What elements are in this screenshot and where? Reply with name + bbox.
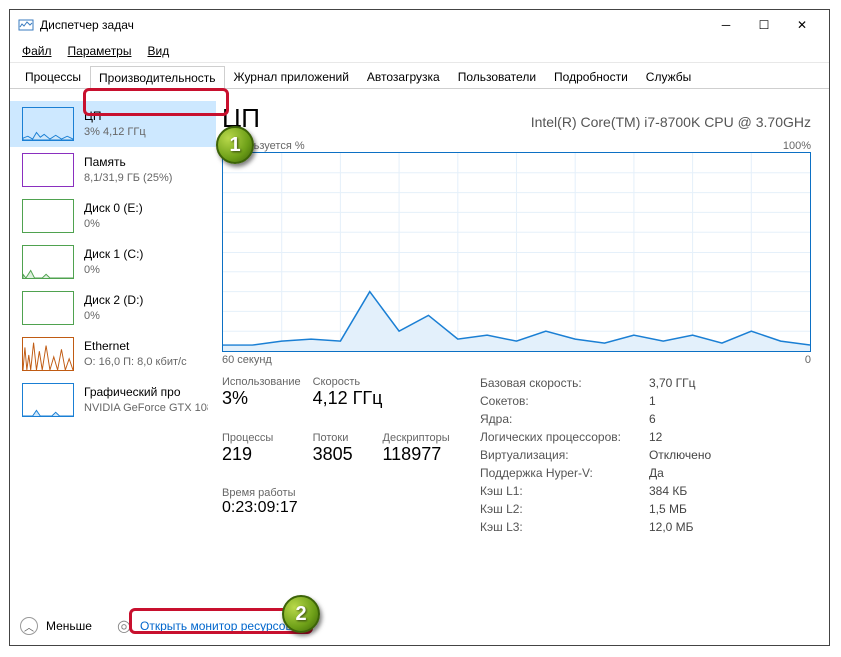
label-uptime: Время работы [222,487,452,499]
menu-options[interactable]: Параметры [62,42,138,60]
cpu-sub: 3% 4,12 ГГц [84,125,146,139]
chart-label-0: 0 [805,354,811,366]
main-panel: ЦП Intel(R) Core(TM) i7-8700K CPU @ 3.70… [216,89,829,611]
v-cores: 6 [649,412,811,426]
chart-label-60s: 60 секунд [222,354,272,366]
app-icon [18,17,34,33]
menu-bar: Файл Параметры Вид [10,40,829,63]
ethernet-thumb [22,337,74,371]
disk1-name: Диск 1 (C:) [84,247,143,263]
disk2-thumb [22,291,74,325]
task-manager-window: Диспетчер задач ─ ☐ ✕ Файл Параметры Вид… [9,9,830,646]
value-uptime: 0:23:09:17 [222,499,452,517]
label-speed: Скорость [313,376,452,388]
tab-processes[interactable]: Процессы [16,65,90,88]
v-sockets: 1 [649,394,811,408]
k-cores: Ядра: [480,412,621,426]
label-usage: Использование [222,376,301,388]
label-processes: Процессы [222,432,301,444]
minimize-button[interactable]: ─ [707,11,745,39]
tab-services[interactable]: Службы [637,65,700,88]
disk1-thumb [22,245,74,279]
chevron-up-icon: ︿ [24,619,34,634]
tab-users[interactable]: Пользователи [449,65,545,88]
cpu-name: ЦП [84,109,146,125]
annotation-badge-2: 2 [282,595,320,633]
tab-app-history[interactable]: Журнал приложений [225,65,358,88]
ethernet-sub: О: 16,0 П: 8,0 кбит/с [84,355,187,369]
tab-details[interactable]: Подробности [545,65,637,88]
resmon-icon: ◎ [116,618,132,634]
sidebar-item-disk2[interactable]: Диск 2 (D:) 0% [10,285,216,331]
cpu-usage-chart[interactable] [222,152,811,352]
value-processes: 219 [222,444,301,465]
tab-startup[interactable]: Автозагрузка [358,65,449,88]
cpu-model: Intel(R) Core(TM) i7-8700K CPU @ 3.70GHz [531,114,811,130]
window-title: Диспетчер задач [40,18,707,32]
ethernet-name: Ethernet [84,339,187,355]
sidebar-item-cpu[interactable]: ЦП 3% 4,12 ГГц [10,101,216,147]
gpu-name: Графический про [84,385,208,401]
maximize-button[interactable]: ☐ [745,11,783,39]
memory-name: Память [84,155,172,171]
secondary-stats: Базовая скорость: 3,70 ГГц Сокетов: 1 Ядра… [480,376,811,534]
sidebar-item-disk0[interactable]: Диск 0 (E:) 0% [10,193,216,239]
v-logical: 12 [649,430,811,444]
annotation-badge-1: 1 [216,126,254,164]
disk0-sub: 0% [84,217,143,231]
v-l2: 1,5 МБ [649,502,811,516]
k-l1: Кэш L1: [480,484,621,498]
fewer-details-button[interactable]: Меньше [46,619,92,633]
label-threads: Потоки [313,432,371,444]
k-hyperv: Поддержка Hyper-V: [480,466,621,480]
k-l3: Кэш L3: [480,520,621,534]
chart-label-100: 100% [783,140,811,152]
primary-stats: Использование 3% Скорость 4,12 ГГц Проце… [222,376,452,534]
cpu-thumb [22,107,74,141]
value-speed: 4,12 ГГц [313,388,452,409]
gpu-sub: NVIDIA GeForce GTX 108 [84,401,208,415]
k-virt: Виртуализация: [480,448,621,462]
memory-thumb [22,153,74,187]
performance-sidebar: ЦП 3% 4,12 ГГц Память 8,1/31,9 ГБ (25%) … [10,89,216,611]
sidebar-item-memory[interactable]: Память 8,1/31,9 ГБ (25%) [10,147,216,193]
tab-performance[interactable]: Производительность [90,66,224,89]
collapse-button[interactable]: ︿ [20,617,38,635]
disk0-name: Диск 0 (E:) [84,201,143,217]
v-hyperv: Да [649,466,811,480]
v-l3: 12,0 МБ [649,520,811,534]
menu-file[interactable]: Файл [16,42,58,60]
open-resource-monitor-link[interactable]: Открыть монитор ресурсов [140,619,292,633]
tab-strip: Процессы Производительность Журнал прило… [10,63,829,89]
sidebar-item-ethernet[interactable]: Ethernet О: 16,0 П: 8,0 кбит/с [10,331,216,377]
sidebar-item-gpu[interactable]: Графический про NVIDIA GeForce GTX 108 [10,377,216,423]
sidebar-item-disk1[interactable]: Диск 1 (C:) 0% [10,239,216,285]
value-usage: 3% [222,388,301,409]
footer: ︿ Меньше ◎ Открыть монитор ресурсов [10,611,829,645]
k-l2: Кэш L2: [480,502,621,516]
v-base-speed: 3,70 ГГц [649,376,811,390]
titlebar: Диспетчер задач ─ ☐ ✕ [10,10,829,40]
k-logical: Логических процессоров: [480,430,621,444]
menu-view[interactable]: Вид [141,42,175,60]
close-button[interactable]: ✕ [783,11,821,39]
disk1-sub: 0% [84,263,143,277]
v-l1: 384 КБ [649,484,811,498]
disk2-sub: 0% [84,309,143,323]
label-handles: Дескрипторы [383,432,453,444]
disk2-name: Диск 2 (D:) [84,293,143,309]
k-base-speed: Базовая скорость: [480,376,621,390]
memory-sub: 8,1/31,9 ГБ (25%) [84,171,172,185]
value-handles: 118977 [383,444,453,465]
v-virt: Отключено [649,448,811,462]
k-sockets: Сокетов: [480,394,621,408]
disk0-thumb [22,199,74,233]
value-threads: 3805 [313,444,371,465]
gpu-thumb [22,383,74,417]
